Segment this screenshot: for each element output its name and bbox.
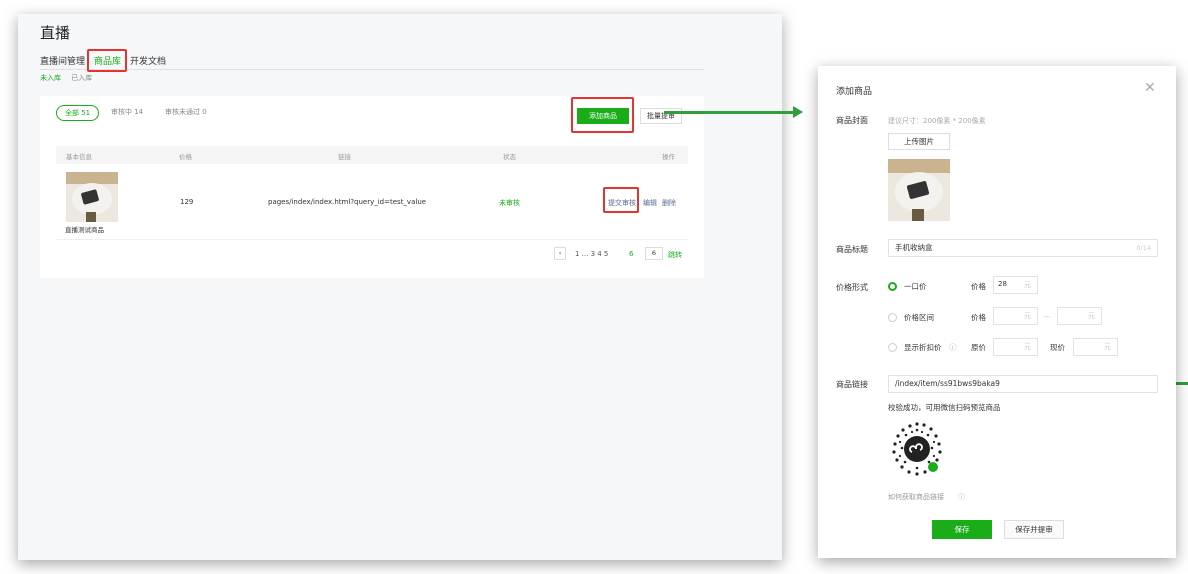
- product-name: 直播测试商品: [65, 226, 104, 234]
- fixed-price-label: 一口价: [904, 282, 927, 291]
- filter-reviewing[interactable]: 审核中 14: [111, 107, 143, 117]
- unit-label: 元: [1024, 312, 1031, 320]
- page-title: 直播: [40, 24, 71, 42]
- cover-hint: 建议尺寸：200像素 * 200像素: [888, 117, 986, 125]
- product-link: pages/index/index.html?query_id=test_val…: [268, 198, 427, 206]
- discount-price-label: 显示折扣价: [904, 343, 942, 352]
- th-link: 链接: [338, 153, 351, 161]
- save-button[interactable]: 保存: [932, 520, 992, 539]
- product-price: 129: [180, 198, 194, 206]
- radio-fixed-price[interactable]: [888, 282, 897, 291]
- highlight-add-button: [571, 97, 634, 133]
- tab-live-room-manage[interactable]: 直播间管理: [40, 54, 85, 67]
- range-min-input[interactable]: 元: [993, 307, 1038, 325]
- now-price-input[interactable]: 元: [1073, 338, 1118, 356]
- range-max-input[interactable]: 元: [1057, 307, 1102, 325]
- table-row: 直播测试商品 129 pages/index/index.html?query_…: [56, 164, 688, 240]
- product-status: 未审核: [499, 199, 520, 207]
- highlight-submit-review: [603, 187, 639, 213]
- upload-image-button[interactable]: 上传图片: [888, 133, 950, 150]
- price-range-label: 价格区间: [904, 313, 934, 322]
- subtab-not-stored[interactable]: 未入库: [40, 74, 61, 82]
- unit-label: 元: [1024, 281, 1031, 289]
- how-to-get-link[interactable]: 如何获取商品链接: [888, 492, 944, 502]
- filter-all[interactable]: 全部 51: [56, 105, 100, 121]
- arrow-head-icon: [793, 106, 803, 118]
- th-ops: 操作: [662, 153, 675, 161]
- page-numbers[interactable]: 1 ... 3 4 5: [575, 250, 608, 258]
- add-product-dialog: 添加商品 ✕ 商品封面 建议尺寸：200像素 * 200像素 上传图片 商品标题…: [818, 66, 1176, 558]
- mini-program-qr-code: [892, 422, 942, 476]
- jump-page-input[interactable]: 6: [645, 247, 663, 260]
- orig-price-word: 原价: [971, 343, 986, 352]
- product-panel: 全部 51 审核中 14 审核未通过 0 添加商品 批量提审 基本信息 价格 链…: [40, 96, 704, 278]
- cover-image: [888, 159, 950, 221]
- edit-link[interactable]: 编辑: [643, 198, 657, 208]
- table-header: 基本信息 价格 链接 状态 操作: [56, 146, 688, 164]
- th-status: 状态: [503, 153, 516, 161]
- live-window: 直播 直播间管理 商品库 开发文档 未入库 已入库 全部 51 审核中 14 审…: [18, 14, 782, 560]
- title-label: 商品标题: [836, 245, 868, 254]
- radio-discount-price[interactable]: [888, 343, 897, 352]
- unit-label: 元: [1104, 343, 1111, 351]
- product-title-value: 手机收纳盒: [895, 243, 933, 252]
- subtab-bar: 未入库 已入库: [40, 73, 100, 83]
- range-price-word: 价格: [971, 313, 986, 322]
- fixed-price-input[interactable]: 28 元: [993, 276, 1038, 294]
- price-word: 价格: [971, 282, 986, 291]
- current-page: 6: [629, 250, 634, 258]
- th-price: 价格: [179, 153, 192, 161]
- title-counter: 0/14: [1136, 244, 1151, 252]
- close-icon[interactable]: ✕: [1144, 80, 1156, 96]
- price-form-label: 价格形式: [836, 283, 868, 292]
- unit-label: 元: [1024, 343, 1031, 351]
- th-basic-info: 基本信息: [66, 153, 92, 161]
- link-label: 商品链接: [836, 380, 868, 389]
- unit-label: 元: [1088, 312, 1095, 320]
- subtab-stored[interactable]: 已入库: [71, 74, 92, 82]
- save-submit-button[interactable]: 保存并提审: [1004, 520, 1064, 539]
- help-circle-icon[interactable]: ⓘ: [958, 492, 965, 502]
- jump-button[interactable]: 跳转: [668, 250, 682, 260]
- tab-bar: 直播间管理 商品库 开发文档: [40, 54, 704, 70]
- filter-rejected[interactable]: 审核未通过 0: [165, 107, 207, 117]
- dialog-title: 添加商品: [836, 87, 873, 97]
- product-title-input[interactable]: 手机收纳盒 0/14: [888, 239, 1158, 257]
- product-link-input[interactable]: /index/item/ss91bws9baka9: [888, 375, 1158, 393]
- cover-label: 商品封面: [836, 116, 868, 125]
- arrow-to-dialog: [664, 111, 794, 114]
- product-image: [66, 172, 118, 222]
- tab-dev-docs[interactable]: 开发文档: [130, 54, 166, 67]
- now-price-word: 现价: [1050, 343, 1065, 352]
- fixed-price-value: 28: [998, 280, 1007, 288]
- highlight-product-tab: [87, 49, 127, 72]
- help-icon[interactable]: ⓘ: [949, 342, 957, 353]
- product-link-value: /index/item/ss91bws9baka9: [895, 379, 1000, 388]
- prev-page-button[interactable]: ‹: [554, 247, 566, 260]
- verify-success-text: 校验成功，可用微信扫码预览商品: [888, 403, 1001, 412]
- range-dash: —: [1043, 312, 1051, 321]
- radio-price-range[interactable]: [888, 313, 897, 322]
- orig-price-input[interactable]: 元: [993, 338, 1038, 356]
- delete-link[interactable]: 删除: [662, 198, 676, 208]
